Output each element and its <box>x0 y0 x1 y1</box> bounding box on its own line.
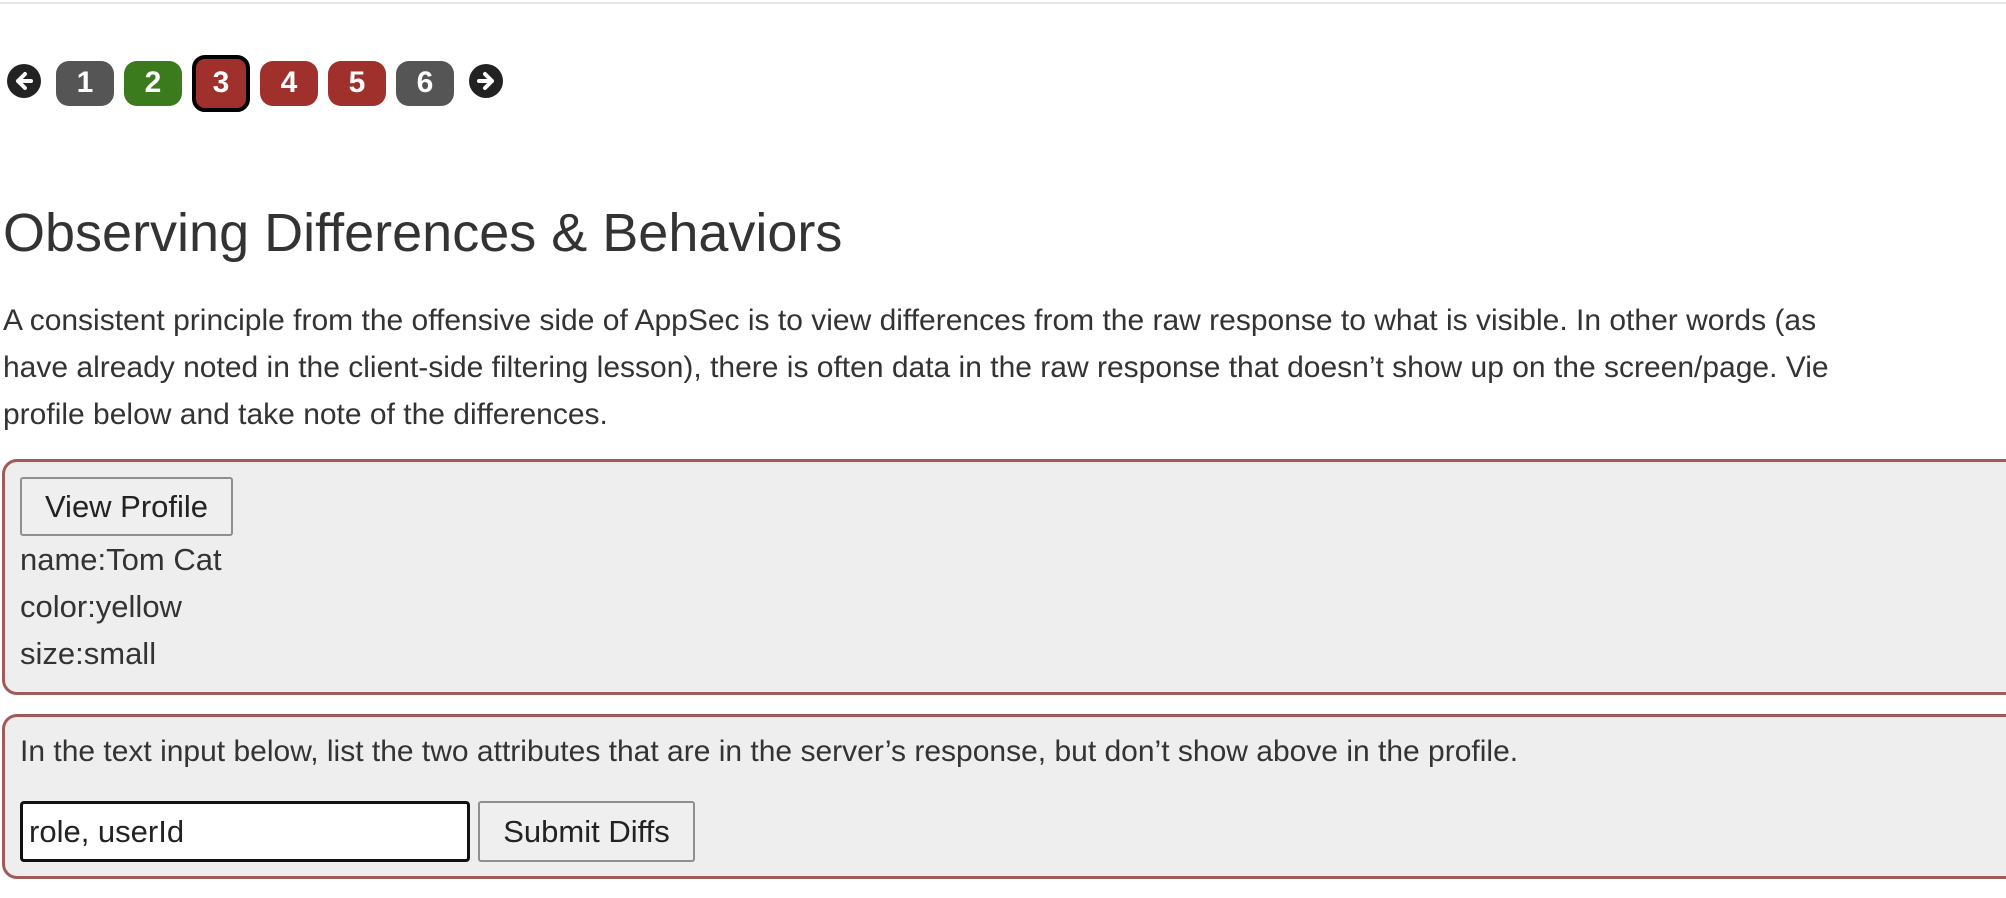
page-button-5[interactable]: 5 <box>328 60 386 106</box>
profile-color-field: color:yellow <box>20 589 182 624</box>
profile-name-field: name:Tom Cat <box>20 542 222 577</box>
lesson-pagination: 1 2 3 4 5 6 <box>7 54 503 112</box>
submit-diffs-button[interactable]: Submit Diffs <box>478 801 695 862</box>
profile-size-field: size:small <box>20 636 157 671</box>
page-button-6[interactable]: 6 <box>396 60 454 106</box>
page-button-3-current[interactable]: 3 <box>192 54 250 112</box>
arrow-right-icon[interactable] <box>469 64 503 98</box>
diffs-input[interactable] <box>20 801 470 862</box>
top-divider <box>0 0 2006 4</box>
intro-line: A consistent principle from the offensiv… <box>3 304 1817 337</box>
lesson-title: Observing Differences & Behaviors <box>3 203 843 263</box>
diffs-prompt: In the text input below, list the two at… <box>20 735 1519 768</box>
arrow-right-glyph <box>477 72 494 90</box>
page-button-1[interactable]: 1 <box>56 60 114 106</box>
diffs-panel: In the text input below, list the two at… <box>2 714 2006 879</box>
intro-line: have already noted in the client-side fi… <box>3 351 1829 384</box>
view-profile-button[interactable]: View Profile <box>20 477 233 536</box>
arrow-left-glyph <box>16 72 33 90</box>
page-button-4[interactable]: 4 <box>260 60 318 106</box>
arrow-left-icon[interactable] <box>7 64 41 98</box>
intro-line: profile below and take note of the diffe… <box>3 398 608 431</box>
profile-panel: View Profile name:Tom Cat color:yellow s… <box>2 459 2006 695</box>
lesson-intro: A consistent principle from the offensiv… <box>3 297 2006 438</box>
page-button-2[interactable]: 2 <box>124 60 182 106</box>
